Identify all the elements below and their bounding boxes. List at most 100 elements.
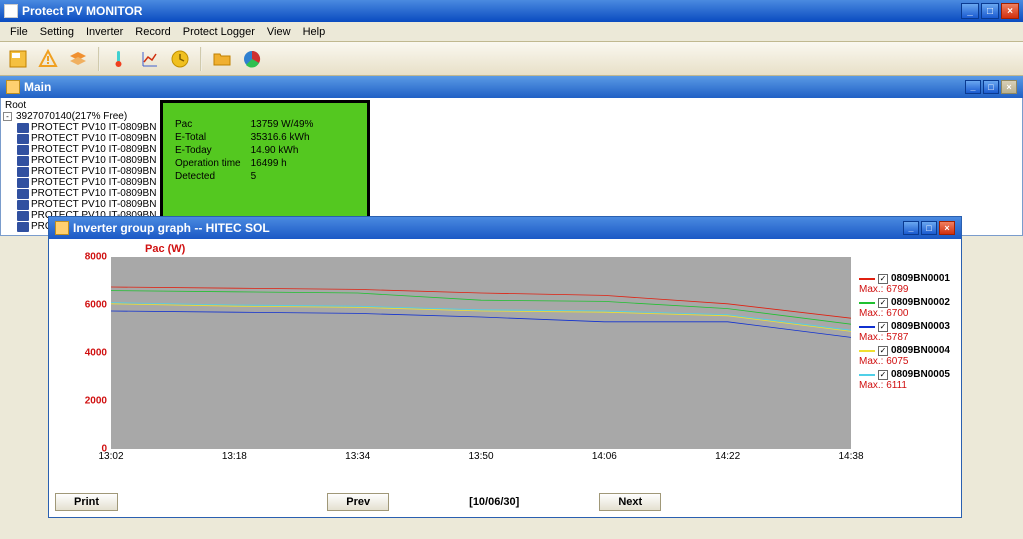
main-window-titlebar[interactable]: Main _ □ × [0,76,1023,98]
legend-series-max: Max.: 5787 [859,332,955,343]
legend-checkbox[interactable]: ✓ [878,274,888,284]
main-close-button[interactable]: × [1001,80,1017,94]
y-tick-label: 8000 [85,252,107,263]
tree-item-label: PROTECT PV10 IT-0809BN0004 [31,155,156,166]
x-tick-label: 14:06 [592,451,617,462]
device-icon [17,167,29,177]
status-value: 5 [247,171,318,182]
graph-close-button[interactable]: × [939,221,955,235]
maximize-button[interactable]: □ [981,3,999,19]
tree-item[interactable]: PROTECT PV10 IT-0809BN0002 [3,133,154,144]
legend-checkbox[interactable]: ✓ [878,322,888,332]
tree-item[interactable]: PROTECT PV10 IT-0809BN0004 [3,155,154,166]
device-icon [17,156,29,166]
status-label: E-Today [171,145,245,156]
next-button[interactable]: Next [599,493,661,511]
menu-setting[interactable]: Setting [34,24,80,40]
toolbar-save-icon[interactable] [6,47,30,71]
chart-series-line [111,304,851,332]
legend-swatch [859,326,875,328]
main-window-title: Main [24,80,51,94]
x-tick-label: 13:18 [222,451,247,462]
legend-item[interactable]: ✓0809BN0002Max.: 6700 [859,297,955,319]
tree-item[interactable]: PROTECT PV10 IT-0809BN0005 [3,166,154,177]
chart-x-axis: 13:0213:1813:3413:5014:0614:2214:38 [111,451,851,465]
tree-item-label: PROTECT PV10 IT-0809BN0003 [31,144,156,155]
device-icon [17,189,29,199]
toolbar-pie-icon[interactable] [240,47,264,71]
status-value: 35316.6 kWh [247,132,318,143]
tree-item-label: PROTECT PV10 IT-0809BN0013 [31,188,156,199]
legend-item[interactable]: ✓0809BN0003Max.: 5787 [859,321,955,343]
y-tick-label: 4000 [85,348,107,359]
toolbar-warning-icon[interactable] [36,47,60,71]
legend-checkbox[interactable]: ✓ [878,298,888,308]
tree-item[interactable]: PROTECT PV10 IT-0809BN0001 [3,122,154,133]
tree-item[interactable]: PROTECT PV10 IT-0809BN0006 [3,177,154,188]
menu-bar: File Setting Inverter Record Protect Log… [0,22,1023,42]
legend-checkbox[interactable]: ✓ [878,346,888,356]
tree-group-label: 3927070140(217% Free) [16,111,127,122]
legend-swatch [859,302,875,304]
status-label: E-Total [171,132,245,143]
tree-item[interactable]: PROTECT PV10 IT-0809BN0013 [3,188,154,199]
toolbar-thermometer-icon[interactable] [108,47,132,71]
device-icon [17,134,29,144]
legend-swatch [859,350,875,352]
graph-maximize-button[interactable]: □ [921,221,937,235]
graph-window-icon [55,221,69,235]
menu-protect-logger[interactable]: Protect Logger [177,24,261,40]
graph-date-label: [10/06/30] [469,496,519,508]
device-icon [17,222,29,232]
x-tick-label: 13:50 [468,451,493,462]
device-icon [17,123,29,133]
tree-item-label: PROTECT PV10 IT-0809BN0006 [31,177,156,188]
chart-series-line [111,311,851,337]
legend-checkbox[interactable]: ✓ [878,370,888,380]
status-row: E-Total35316.6 kWh [171,132,317,143]
legend-series-name: 0809BN0005 [891,369,950,380]
chart-series-line [111,291,851,325]
legend-series-max: Max.: 6111 [859,380,955,391]
device-tree[interactable]: Root - 3927070140(217% Free) PROTECT PV1… [1,98,156,235]
minimize-button[interactable]: _ [961,3,979,19]
app-icon [4,4,18,18]
main-maximize-button[interactable]: □ [983,80,999,94]
legend-item[interactable]: ✓0809BN0004Max.: 6075 [859,345,955,367]
main-minimize-button[interactable]: _ [965,80,981,94]
menu-record[interactable]: Record [129,24,176,40]
menu-view[interactable]: View [261,24,297,40]
legend-item[interactable]: ✓0809BN0001Max.: 6799 [859,273,955,295]
menu-inverter[interactable]: Inverter [80,24,129,40]
graph-window-titlebar[interactable]: Inverter group graph -- HITEC SOL _ □ × [49,217,961,239]
tree-root[interactable]: Root [3,100,154,111]
prev-button[interactable]: Prev [327,493,389,511]
legend-swatch [859,278,875,280]
toolbar-layers-icon[interactable] [66,47,90,71]
y-tick-label: 6000 [85,300,107,311]
device-icon [17,178,29,188]
tree-item[interactable]: PROTECT PV10 IT-0809BN0016 [3,199,154,210]
y-tick-label: 2000 [85,396,107,407]
menu-file[interactable]: File [4,24,34,40]
legend-swatch [859,374,875,376]
chart-series-line [111,303,851,331]
expander-icon[interactable]: - [3,112,12,121]
tree-item-label: PROTECT PV10 IT-0809BN0005 [31,166,156,177]
tree-group[interactable]: - 3927070140(217% Free) [3,111,154,122]
toolbar-folder-icon[interactable] [210,47,234,71]
menu-help[interactable]: Help [297,24,332,40]
toolbar-chart-icon[interactable] [138,47,162,71]
tree-item-label: PROTECT PV10 IT-0809BN0001 [31,122,156,133]
print-button[interactable]: Print [55,493,118,511]
legend-item[interactable]: ✓0809BN0005Max.: 6111 [859,369,955,391]
toolbar-clock-icon[interactable] [168,47,192,71]
tree-item[interactable]: PROTECT PV10 IT-0809BN0003 [3,144,154,155]
x-tick-label: 13:02 [98,451,123,462]
legend-series-name: 0809BN0001 [891,273,950,284]
graph-minimize-button[interactable]: _ [903,221,919,235]
close-button[interactable]: × [1001,3,1019,19]
main-window-icon [6,80,20,94]
x-tick-label: 14:22 [715,451,740,462]
status-value: 14.90 kWh [247,145,318,156]
